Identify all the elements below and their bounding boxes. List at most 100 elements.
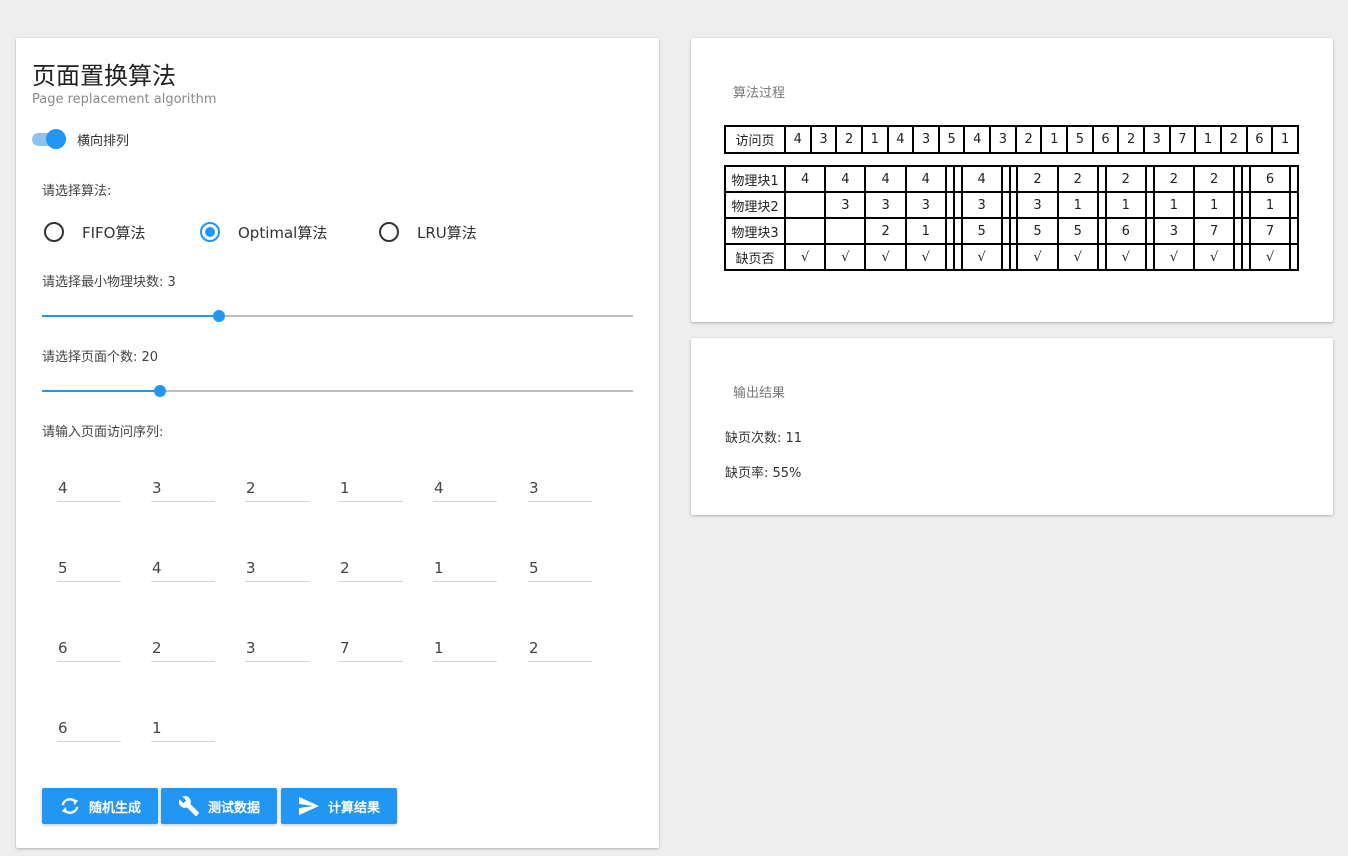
frame-cell: [1289, 243, 1299, 271]
compute-result-label: 计算结果: [327, 800, 380, 816]
process-panel: 算法过程 访问页 4 3 2 1 4 3 5 4 3 2 1 5 6 2 3 7 1 2 6 1 物理块1 4 4 4 4 4 2 2…: [691, 38, 1333, 322]
frame-cell: [1000, 217, 1011, 245]
access-row-header: 访问页: [724, 125, 786, 154]
frame-cell: 4: [824, 165, 867, 193]
frame-cell: 6: [1104, 217, 1147, 245]
frame-cell: [944, 243, 955, 271]
frame-table: 物理块1 4 4 4 4 4 2 2 2 2 2 6 物理块2 3 3 3 3 3 1 1 1 1 1 物理块3 2 1 5 5 5 6 3…: [724, 165, 1299, 271]
frame-row-header: 缺页否: [724, 243, 786, 271]
access-cell: 5: [937, 125, 966, 154]
sequence-input[interactable]: [339, 635, 403, 662]
frame-cell: [1289, 191, 1299, 219]
frame-cell: 1: [1056, 191, 1099, 219]
radio-lru[interactable]: LRU算法: [379, 221, 477, 243]
access-cell: 1: [1194, 125, 1222, 154]
frame-cell: [1241, 217, 1251, 245]
access-cell: 2: [1219, 125, 1248, 154]
access-cell: 2: [835, 125, 863, 154]
frame-cell: [1096, 217, 1107, 245]
page-fault-count: 缺页次数: 11: [725, 431, 803, 446]
access-cell: 4: [963, 125, 992, 154]
frame-row: 缺页否 √ √ √ √ √ √ √ √ √ √ √: [724, 243, 1299, 271]
sequence-input[interactable]: [433, 475, 497, 502]
frame-cell: [1241, 165, 1251, 193]
refresh-icon: [61, 798, 79, 814]
frame-cell: [1289, 217, 1299, 245]
access-cell: 3: [809, 125, 838, 154]
frame-cell: 3: [1016, 191, 1059, 219]
sequence-input[interactable]: [151, 475, 215, 502]
slider-fill: [42, 315, 220, 317]
access-cell: 2: [1117, 125, 1145, 154]
page-fault-rate: 缺页率: 55%: [725, 466, 802, 481]
compute-result-button[interactable]: 计算结果: [281, 788, 397, 824]
frame-cell: √: [1248, 243, 1292, 271]
frame-row: 物理块3 2 1 5 5 5 6 3 7 7: [724, 217, 1299, 245]
frame-cell: √: [783, 243, 827, 271]
access-row: 访问页 4 3 2 1 4 3 5 4 3 2 1 5 6 2 3 7 1 2 6 1: [724, 125, 1299, 154]
frame-cell: [1233, 191, 1244, 219]
sequence-input[interactable]: [57, 555, 121, 582]
test-data-button[interactable]: 测试数据: [161, 788, 277, 824]
sequence-input[interactable]: [528, 475, 592, 502]
blocks-slider[interactable]: [42, 308, 633, 324]
sequence-input[interactable]: [57, 635, 121, 662]
sequence-input[interactable]: [151, 555, 215, 582]
sequence-input[interactable]: [339, 555, 403, 582]
frame-cell: 1: [1192, 191, 1236, 219]
radio-fifo[interactable]: FIFO算法: [44, 221, 146, 243]
frame-cell: √: [824, 243, 867, 271]
sequence-input[interactable]: [245, 635, 309, 662]
sequence-input[interactable]: [433, 555, 497, 582]
frame-cell: [783, 191, 827, 219]
frame-cell: 4: [783, 165, 827, 193]
frame-cell: [1096, 243, 1107, 271]
frame-row-header: 物理块1: [724, 165, 786, 193]
frame-cell: 3: [904, 191, 947, 219]
slider-thumb[interactable]: [213, 310, 226, 322]
frame-cell: [944, 191, 955, 219]
radio-optimal[interactable]: Optimal算法: [200, 221, 327, 243]
sequence-input[interactable]: [151, 635, 215, 662]
frame-cell: [1000, 165, 1011, 193]
frame-cell: 4: [904, 165, 947, 193]
frame-cell: √: [864, 243, 907, 271]
sequence-input[interactable]: [151, 715, 215, 742]
frame-cell: √: [960, 243, 1003, 271]
sequence-input[interactable]: [245, 555, 309, 582]
radio-ring: [379, 222, 399, 242]
frame-cell: [1241, 191, 1251, 219]
access-cell: 6: [1245, 125, 1274, 154]
frame-cell: 5: [1056, 217, 1099, 245]
pages-slider[interactable]: [42, 383, 633, 399]
access-cell: 1: [1271, 125, 1299, 154]
frame-cell: √: [1056, 243, 1099, 271]
result-panel: 输出结果 缺页次数: 11 缺页率: 55%: [691, 338, 1333, 515]
sequence-input[interactable]: [433, 635, 497, 662]
frame-cell: 5: [960, 217, 1003, 245]
radio-fifo-label: FIFO算法: [82, 223, 146, 242]
frame-cell: 2: [1016, 165, 1059, 193]
slider-thumb[interactable]: [154, 385, 167, 397]
frame-cell: [1008, 165, 1019, 193]
frame-cell: 1: [1248, 191, 1292, 219]
frame-cell: [952, 243, 963, 271]
page-subtitle: Page replacement algorithm: [32, 92, 217, 107]
horizontal-layout-toggle[interactable]: [32, 129, 68, 149]
random-generate-button[interactable]: 随机生成: [42, 788, 158, 824]
sequence-input[interactable]: [245, 475, 309, 502]
frame-cell: 1: [1104, 191, 1147, 219]
sequence-input[interactable]: [57, 715, 121, 742]
sequence-input[interactable]: [339, 475, 403, 502]
frame-cell: 1: [1152, 191, 1195, 219]
frame-cell: 3: [824, 191, 867, 219]
frame-cell: 2: [1152, 165, 1195, 193]
frame-row: 物理块1 4 4 4 4 4 2 2 2 2 2 6: [724, 165, 1299, 193]
frame-cell: 1: [904, 217, 947, 245]
sequence-input[interactable]: [57, 475, 121, 502]
sequence-input[interactable]: [528, 555, 592, 582]
frame-cell: [1289, 165, 1299, 193]
frame-cell: 2: [1192, 165, 1236, 193]
sequence-input[interactable]: [528, 635, 592, 662]
frame-cell: [944, 217, 955, 245]
